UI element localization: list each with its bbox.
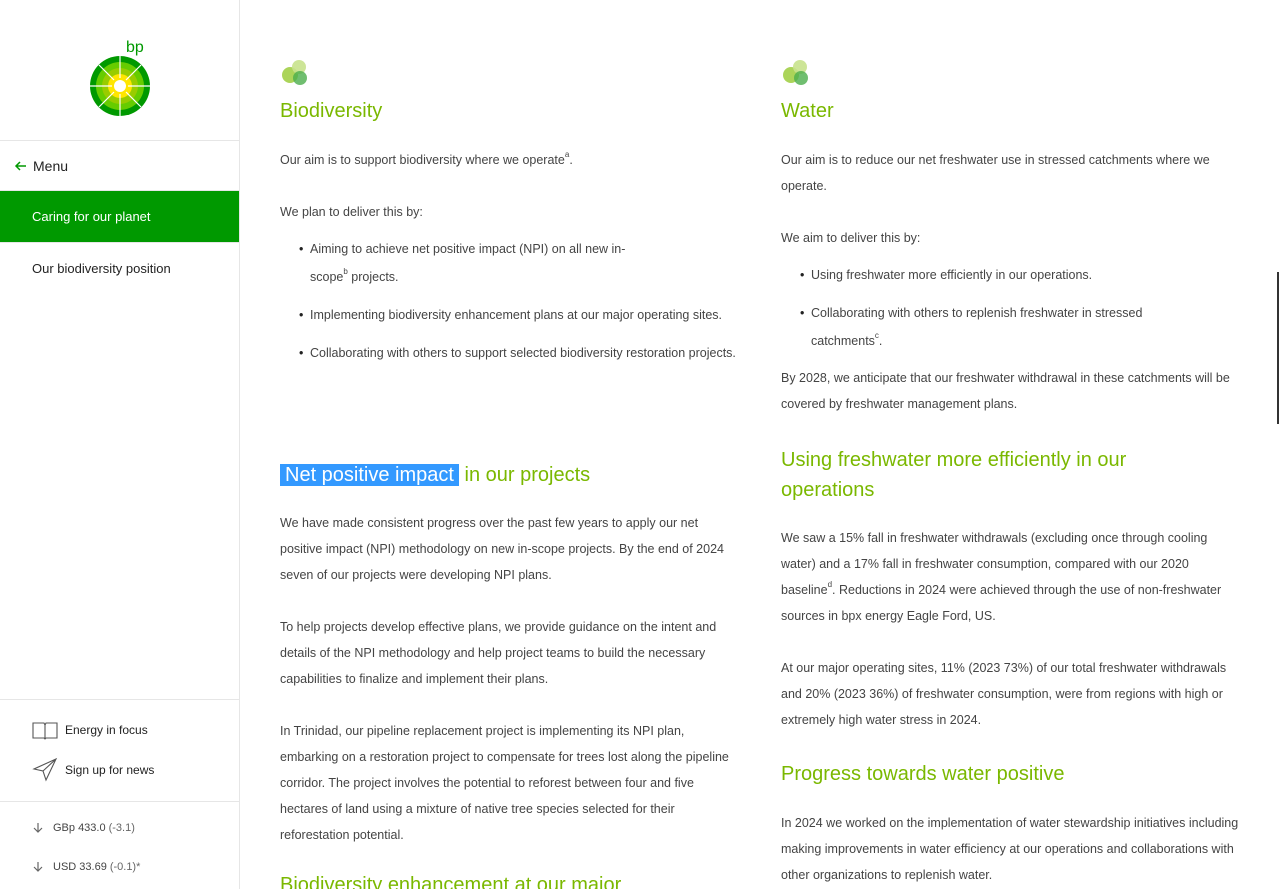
efficiency-heading: Using freshwater more efficiently in our… (781, 449, 1127, 501)
share-price-gbp[interactable]: GBp 433.0 (-3.1) (32, 822, 135, 834)
water-2028-target: By 2028, we anticipate that our freshwat… (781, 371, 1230, 411)
water-plan-list: Using freshwater more efficiently in our… (800, 261, 1241, 355)
biodiversity-aim: Our aim is to support biodiversity where… (280, 149, 573, 167)
sidebar: bp Menu Caring for our planet Our biodiv… (0, 0, 240, 889)
sidebar-divider (0, 801, 239, 802)
share-price-gbp-value: GBp 433.0 (53, 822, 106, 834)
list-item: Collaborating with others to support sel… (299, 339, 740, 367)
leaf-cluster-icon (282, 60, 307, 85)
bp-helios-logo[interactable]: bp (88, 38, 152, 118)
water-plan-intro: We aim to deliver this by: (781, 231, 921, 245)
water-positive-paragraph: In 2024 we worked on the implementation … (781, 816, 1239, 882)
npi-paragraph-2: To help projects develop effective plans… (280, 620, 717, 686)
logo-text: bp (126, 39, 144, 56)
biodiversity-plan-list: Aiming to achieve net positive impact (N… (299, 235, 740, 367)
water-positive-heading: Progress towards water positive (781, 763, 1065, 785)
paper-plane-icon (32, 757, 58, 782)
book-icon (32, 722, 58, 740)
share-price-gbp-change: (-3.1) (108, 822, 135, 834)
energy-in-focus-link[interactable]: Energy in focus (32, 720, 148, 740)
efficiency-paragraph-2: At our major operating sites, 11% (2023 … (781, 661, 1227, 727)
list-item: Using freshwater more efficiently in our… (800, 261, 1241, 289)
energy-in-focus-label: Energy in focus (65, 723, 148, 737)
nav-item-biodiversity-position[interactable]: Our biodiversity position (0, 242, 239, 293)
share-price-usd-value: USD 33.69 (53, 861, 107, 873)
biodiversity-title: Biodiversity (280, 100, 383, 122)
sidebar-utilities: Energy in focus Sign up for news GBp 433… (0, 699, 239, 889)
sign-up-for-news-label: Sign up for news (65, 763, 155, 777)
share-price-usd-change: (-0.1)* (109, 861, 141, 873)
water-title: Water (781, 100, 834, 122)
arrow-down-icon (33, 823, 43, 833)
enhancement-heading: Biodiversity enhancement at our major (280, 874, 622, 889)
arrow-left-icon (14, 160, 26, 171)
menu-back-button[interactable]: Menu (0, 140, 239, 191)
leaf-cluster-icon (783, 60, 808, 85)
list-item: Implementing biodiversity enhancement pl… (299, 301, 740, 329)
arrow-down-icon (33, 862, 43, 872)
npi-paragraph-1: We have made consistent progress over th… (280, 516, 724, 582)
menu-label: Menu (33, 157, 69, 174)
list-item: Aiming to achieve net positive impact (N… (299, 235, 655, 291)
npi-heading: Net positive impact in our projects (280, 460, 590, 490)
water-aim: Our aim is to reduce our net freshwater … (781, 153, 1210, 193)
npi-paragraph-3: In Trinidad, our pipeline replacement pr… (280, 724, 729, 842)
logo-area: bp (0, 0, 239, 140)
selected-text-highlight[interactable]: Net positive impact (280, 464, 459, 486)
share-price-usd[interactable]: USD 33.69 (-0.1)* (32, 861, 140, 873)
biodiversity-plan-intro: We plan to deliver this by: (280, 205, 423, 219)
sign-up-for-news-link[interactable]: Sign up for news (32, 757, 154, 783)
efficiency-paragraph-1: We saw a 15% fall in freshwater withdraw… (781, 531, 1222, 623)
nav-item-caring-for-our-planet[interactable]: Caring for our planet (0, 191, 239, 242)
list-item: Collaborating with others to replenish f… (800, 299, 1201, 355)
